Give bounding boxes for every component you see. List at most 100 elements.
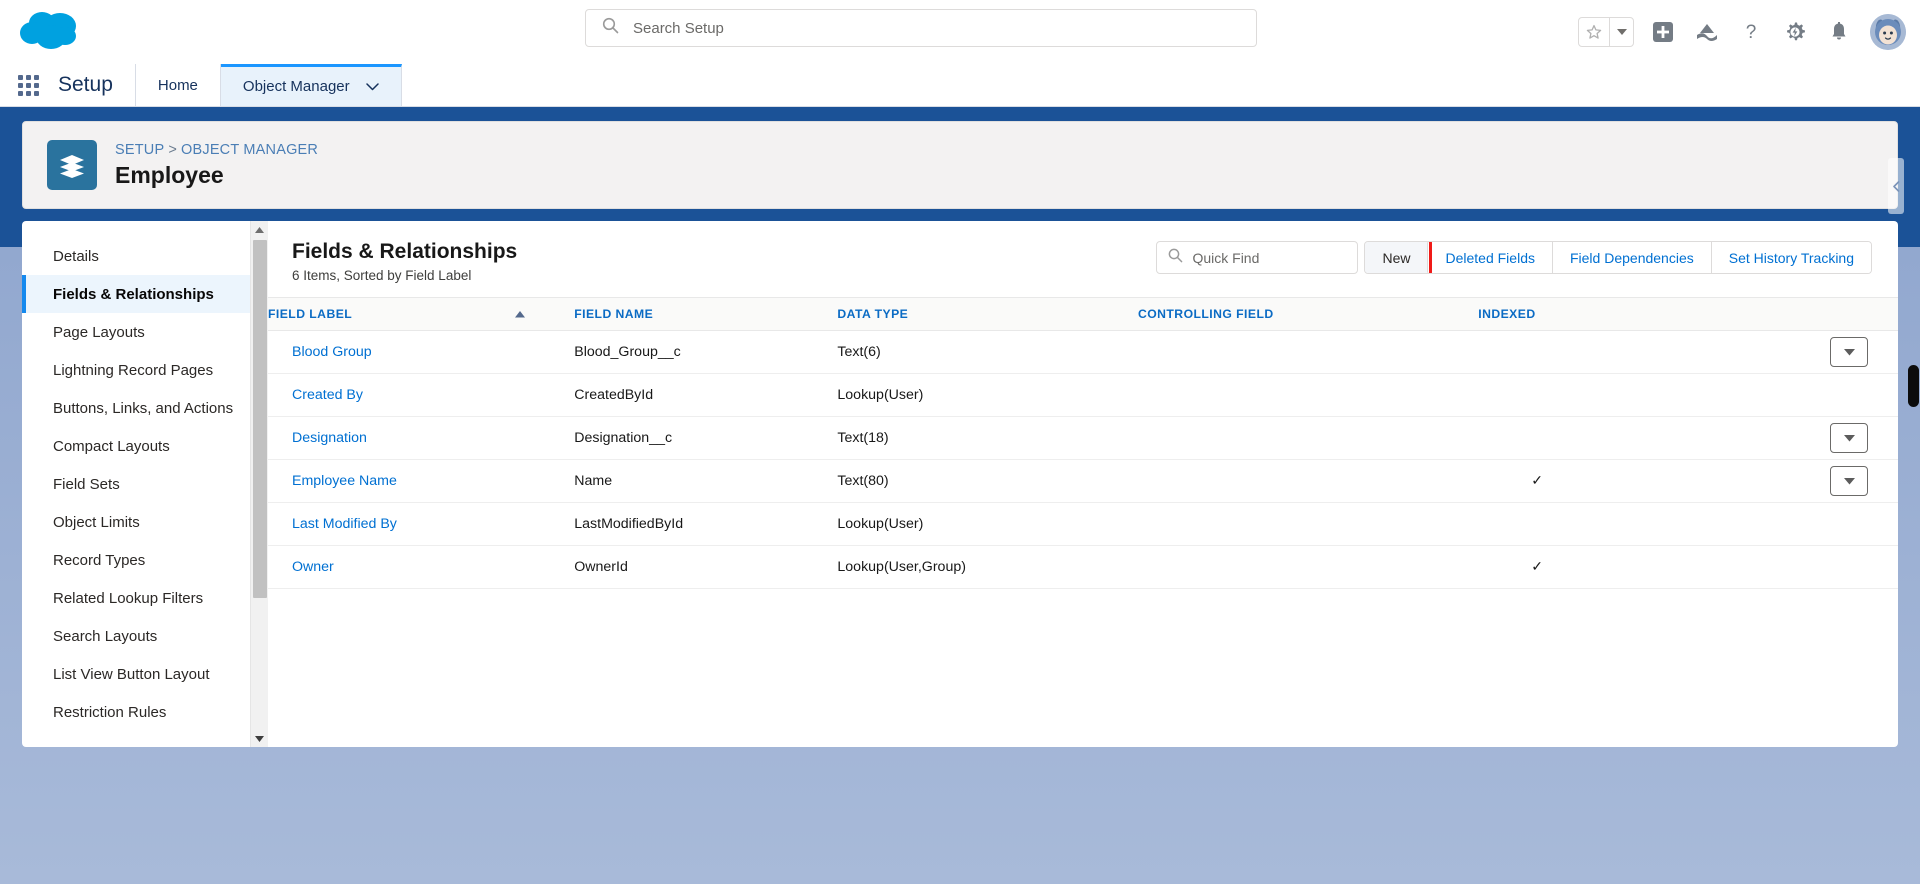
row-actions-menu-button[interactable]	[1830, 423, 1868, 454]
sidebar-item-page-layouts[interactable]: Page Layouts	[22, 313, 268, 351]
sidebar-item-fields-and-relationships[interactable]: Fields & Relationships	[22, 275, 268, 313]
sidebar-scrollbar[interactable]	[250, 221, 268, 747]
indexed-cell: ✓	[1478, 545, 1762, 590]
svg-text:?: ?	[1746, 22, 1757, 43]
controlling-field-cell	[1137, 459, 1479, 504]
quick-find-box[interactable]	[1156, 241, 1359, 274]
user-avatar[interactable]	[1870, 14, 1906, 50]
salesforce-cloud-logo[interactable]	[18, 9, 84, 55]
sidebar-item-label: Restriction Rules	[53, 703, 167, 721]
record-header: SETUP > OBJECT MANAGER Employee	[22, 121, 1904, 214]
controlling-field-cell	[1137, 502, 1479, 547]
column-data-type[interactable]: DATA TYPE	[837, 297, 1138, 332]
breadcrumb: SETUP > OBJECT MANAGER	[115, 142, 318, 158]
field-label-link[interactable]: Owner	[292, 559, 334, 575]
breadcrumb-separator: >	[168, 141, 178, 158]
row-actions-menu-button[interactable]	[1830, 337, 1868, 368]
indexed-cell	[1478, 373, 1762, 418]
data-type-cell: Lookup(User)	[837, 373, 1138, 418]
sidebar-item-object-limits[interactable]: Object Limits	[22, 503, 268, 541]
sidebar-list: Details Fields & Relationships Page Layo…	[22, 221, 268, 731]
field-label-link[interactable]: Employee Name	[292, 473, 397, 489]
content-area: Details Fields & Relationships Page Layo…	[22, 221, 1898, 747]
sidebar-item-details[interactable]: Details	[22, 237, 268, 275]
scroll-down-arrow-icon[interactable]	[251, 730, 268, 747]
data-type-cell: Text(6)	[837, 330, 1138, 375]
sidebar-item-label: Record Types	[53, 551, 146, 569]
column-field-label[interactable]: FIELD LABEL	[268, 297, 575, 332]
field-name-cell: CreatedById	[574, 373, 838, 418]
breadcrumb-object-manager[interactable]: OBJECT MANAGER	[181, 142, 318, 158]
page-scrollbar-thumb[interactable]	[1908, 365, 1919, 407]
new-button[interactable]: New	[1365, 242, 1433, 273]
field-label-link[interactable]: Designation	[292, 430, 367, 446]
app-launcher-waffle-icon[interactable]	[0, 64, 56, 106]
trailhead-icon[interactable]	[1692, 17, 1722, 47]
sidebar-item-compact-layouts[interactable]: Compact Layouts	[22, 427, 268, 465]
column-controlling-field[interactable]: CONTROLLING FIELD	[1137, 297, 1479, 332]
sidebar-item-search-layouts[interactable]: Search Layouts	[22, 617, 268, 655]
header-icon-group: ?	[1578, 0, 1906, 64]
favorites-dropdown-icon[interactable]	[1609, 18, 1633, 46]
sidebar-item-record-types[interactable]: Record Types	[22, 541, 268, 579]
table-row: Employee Name Name Text(80) ✓	[268, 459, 1898, 504]
field-label-link[interactable]: Blood Group	[292, 344, 372, 360]
breadcrumb-setup[interactable]: SETUP	[115, 142, 164, 158]
sidebar-scroll-thumb[interactable]	[253, 240, 267, 598]
field-name-cell: Name	[574, 459, 838, 504]
controlling-field-cell	[1137, 545, 1479, 590]
tab-object-manager[interactable]: Object Manager	[220, 64, 402, 106]
sidebar-item-lightning-record-pages[interactable]: Lightning Record Pages	[22, 351, 268, 389]
scroll-up-arrow-icon[interactable]	[251, 221, 268, 238]
quick-find-input[interactable]	[1192, 249, 1354, 266]
column-field-name[interactable]: FIELD NAME	[574, 297, 838, 332]
indexed-cell	[1478, 416, 1762, 461]
sidebar-item-label: Page Layouts	[53, 323, 145, 341]
data-type-cell: Text(80)	[837, 459, 1138, 504]
sidebar-item-buttons-links-and-actions[interactable]: Buttons, Links, and Actions	[22, 389, 268, 427]
field-dependencies-button[interactable]: Field Dependencies	[1552, 242, 1712, 273]
chevron-down-icon[interactable]	[365, 82, 379, 91]
collapse-panel-handle[interactable]	[1888, 158, 1904, 214]
global-actions-icon[interactable]	[1648, 17, 1678, 47]
sort-ascending-icon[interactable]	[515, 307, 526, 321]
deleted-fields-button[interactable]: Deleted Fields	[1428, 242, 1553, 273]
new-button-label: New	[1382, 249, 1411, 266]
search-icon	[1168, 248, 1183, 268]
sidebar-item-label: Lightning Record Pages	[53, 361, 214, 379]
global-search[interactable]	[585, 9, 1257, 47]
search-box[interactable]	[585, 9, 1257, 47]
row-actions-menu-button[interactable]	[1830, 466, 1868, 497]
tab-home[interactable]: Home	[136, 64, 221, 106]
field-label-link[interactable]: Created By	[292, 387, 363, 403]
field-label-link[interactable]: Last Modified By	[292, 516, 397, 532]
column-label: FIELD NAME	[574, 307, 654, 322]
search-input[interactable]	[633, 19, 1222, 37]
tab-object-manager-label: Object Manager	[242, 78, 350, 95]
sidebar-item-label: Details	[53, 247, 99, 265]
field-name-cell: LastModifiedById	[574, 502, 838, 547]
help-icon[interactable]: ?	[1736, 17, 1766, 47]
indexed-cell: ✓	[1478, 459, 1762, 504]
data-type-cell: Lookup(User,Group)	[837, 545, 1138, 590]
sidebar-item-restriction-rules[interactable]: Restriction Rules	[22, 693, 268, 731]
sidebar-item-label: Object Limits	[53, 513, 140, 531]
object-sidebar: Details Fields & Relationships Page Layo…	[22, 221, 268, 747]
column-indexed[interactable]: INDEXED	[1478, 297, 1762, 332]
notifications-bell-icon[interactable]	[1824, 17, 1854, 47]
sidebar-item-field-sets[interactable]: Field Sets	[22, 465, 268, 503]
field-name-cell: Designation__c	[574, 416, 838, 461]
favorites-star-icon[interactable]	[1579, 18, 1609, 46]
page-body: SETUP > OBJECT MANAGER Employee Details Fi…	[0, 107, 1920, 884]
column-label: FIELD LABEL	[268, 307, 353, 322]
indexed-cell	[1478, 330, 1762, 375]
table-header: FIELD LABEL FIELD NAME DATA TYPE CONTROL…	[268, 297, 1898, 332]
controlling-field-cell	[1137, 373, 1479, 418]
sidebar-item-list-view-button-layout[interactable]: List View Button Layout	[22, 655, 268, 693]
sidebar-item-label: Compact Layouts	[53, 437, 170, 455]
set-history-tracking-button[interactable]: Set History Tracking	[1711, 242, 1871, 273]
object-layers-icon	[47, 140, 97, 190]
favorites-group[interactable]	[1578, 17, 1634, 47]
setup-gear-icon[interactable]	[1780, 17, 1810, 47]
sidebar-item-related-lookup-filters[interactable]: Related Lookup Filters	[22, 579, 268, 617]
